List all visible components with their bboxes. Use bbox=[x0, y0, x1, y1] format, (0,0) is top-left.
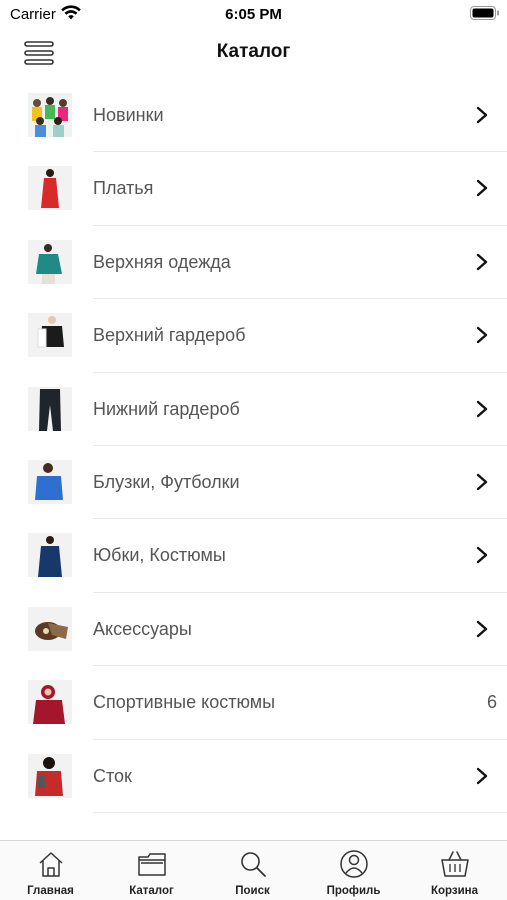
category-thumbnail bbox=[28, 386, 72, 431]
category-thumbnail bbox=[28, 239, 72, 284]
tab-bar: Главная Каталог Поиск Профиль Корзина bbox=[0, 840, 507, 900]
tab-label: Каталог bbox=[129, 885, 174, 897]
catalog-item-label: Блузки, Футболки bbox=[93, 471, 240, 492]
chevron-right-icon bbox=[476, 473, 488, 491]
hamburger-menu-icon[interactable] bbox=[24, 40, 54, 66]
search-icon bbox=[240, 852, 266, 877]
battery-icon bbox=[470, 6, 499, 20]
chevron-right-icon bbox=[476, 400, 488, 417]
catalog-item-platya[interactable]: Платья bbox=[0, 152, 507, 226]
catalog-item-nizhniy-garderob[interactable]: Нижний гардероб bbox=[0, 373, 507, 446]
category-thumbnail bbox=[28, 680, 72, 725]
chevron-right-icon bbox=[476, 326, 488, 344]
chevron-right-icon bbox=[476, 620, 488, 637]
tab-label: Главная bbox=[27, 885, 74, 897]
tab-cart[interactable]: Корзина bbox=[404, 841, 505, 900]
profile-icon bbox=[339, 850, 368, 878]
chevron-right-icon bbox=[476, 547, 488, 564]
catalog-item-label: Юбки, Костюмы bbox=[93, 545, 226, 566]
catalog-item-label: Платья bbox=[93, 178, 154, 199]
catalog-item-label: Аксессуары bbox=[93, 618, 192, 639]
catalog-item-label: Нижний гардероб bbox=[93, 398, 240, 419]
chevron-right-icon bbox=[476, 106, 488, 124]
chevron-right-icon bbox=[476, 253, 488, 270]
nav-bar: Каталог bbox=[0, 28, 507, 78]
catalog-item-aksessuary[interactable]: Аксессуары bbox=[0, 593, 507, 667]
category-thumbnail bbox=[28, 606, 72, 651]
catalog-item-yubki-kostyumy[interactable]: Юбки, Костюмы bbox=[0, 519, 507, 593]
category-thumbnail bbox=[28, 166, 72, 211]
status-bar: Carrier 6:05 PM bbox=[0, 0, 507, 28]
tab-label: Профиль bbox=[326, 885, 381, 897]
category-thumbnail bbox=[28, 533, 72, 578]
catalog-item-verkhniy-garderob[interactable]: Верхний гардероб bbox=[0, 299, 507, 373]
category-thumbnail bbox=[28, 459, 72, 504]
category-thumbnail bbox=[28, 753, 72, 798]
catalog-item-novinki[interactable]: Новинки bbox=[0, 79, 507, 153]
tab-search[interactable]: Поиск bbox=[202, 841, 303, 900]
catalog-item-bluzki-futbolki[interactable]: Блузки, Футболки bbox=[0, 446, 507, 520]
catalog-item-label: Новинки bbox=[93, 105, 164, 125]
catalog-item-label: Верхняя одежда bbox=[93, 251, 231, 272]
divider bbox=[93, 811, 507, 813]
basket-icon bbox=[440, 851, 469, 877]
category-thumbnail bbox=[28, 93, 72, 137]
catalog-item-label: Сток bbox=[93, 765, 132, 786]
folder-icon bbox=[137, 853, 166, 876]
catalog-item-sportivnye-kostyumy[interactable]: Спортивные костюмы 6 bbox=[0, 666, 507, 740]
tab-profile[interactable]: Профиль bbox=[303, 841, 404, 900]
item-count-badge: 6 bbox=[486, 692, 497, 713]
catalog-item-label: Верхний гардероб bbox=[93, 325, 246, 346]
catalog-item-verkhnyaya-odezhda[interactable]: Верхняя одежда bbox=[0, 226, 507, 300]
catalog-list: Новинки Платья Верхняя одежда Верхний га… bbox=[0, 79, 507, 813]
tab-home[interactable]: Главная bbox=[0, 841, 101, 900]
tab-label: Поиск bbox=[235, 885, 270, 897]
category-thumbnail bbox=[28, 313, 72, 358]
tab-catalog[interactable]: Каталог bbox=[101, 841, 202, 900]
catalog-item-stok[interactable]: Сток bbox=[0, 740, 507, 813]
home-icon bbox=[38, 852, 63, 877]
page-title: Каталог bbox=[216, 41, 291, 62]
status-time: 6:05 PM bbox=[225, 6, 282, 23]
catalog-item-label: Спортивные костюмы bbox=[93, 692, 276, 713]
chevron-right-icon bbox=[476, 767, 488, 784]
chevron-right-icon bbox=[476, 180, 488, 197]
tab-label: Корзина bbox=[430, 885, 479, 897]
